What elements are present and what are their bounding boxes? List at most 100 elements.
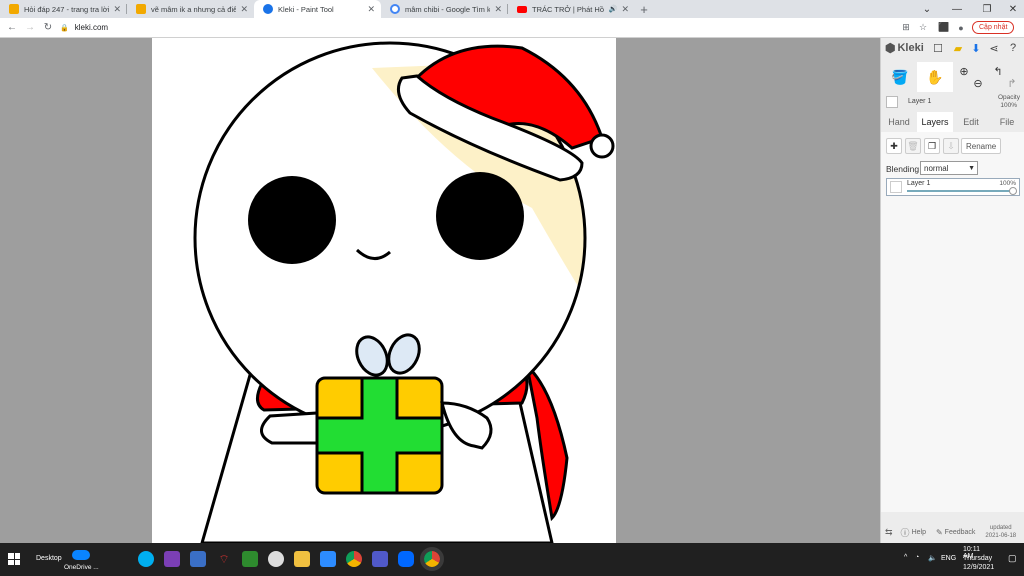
gmail-favicon-icon: [9, 4, 19, 14]
chrome-icon[interactable]: [346, 551, 362, 567]
translate-icon[interactable]: ⊞: [899, 20, 913, 35]
clock-date[interactable]: 12/9/2021: [963, 564, 994, 571]
browser-tab-4[interactable]: mâm chibi - Google Tìm kiếm ✕: [381, 0, 508, 18]
panel-footer: ⇆ ⓘ Help ✎ Feedback updated 2021-06-18: [881, 521, 1024, 543]
feedback-link[interactable]: Feedback: [945, 529, 976, 536]
lock-icon: 🔒: [60, 24, 69, 32]
open-folder-icon[interactable]: ▰: [951, 41, 965, 55]
layers-panel: ✚ 🗑 ❐ ⇩ Rename Blending normal ▼ Layer 1…: [881, 132, 1024, 512]
wifi-app-icon[interactable]: ⌔: [216, 551, 232, 567]
merge-layer-button[interactable]: ⇩: [943, 138, 959, 154]
zoom-app-icon[interactable]: [320, 551, 336, 567]
rename-button[interactable]: Rename: [961, 138, 1002, 154]
close-tab-icon[interactable]: ✕: [367, 4, 375, 15]
kleki-logo-text: Kleki: [897, 42, 924, 54]
hand-tool-icon[interactable]: ✋: [917, 62, 953, 92]
browser-tab-1[interactable]: Hỏi đáp 247 - trang tra lời ✕: [0, 0, 127, 18]
volume-icon[interactable]: 🔈: [928, 554, 937, 562]
app-icon[interactable]: [190, 551, 206, 567]
minimize-icon[interactable]: —: [942, 0, 972, 18]
tab-strip: Hỏi đáp 247 - trang tra lời ✕ vẽ mâm ik …: [0, 0, 1024, 18]
tab-layers[interactable]: Layers: [917, 112, 953, 132]
windows-start-icon[interactable]: [8, 553, 20, 565]
youtube-favicon-icon: [517, 6, 527, 13]
onedrive-label[interactable]: OneDrive ...: [64, 564, 99, 571]
chrome-active-icon[interactable]: [420, 547, 444, 571]
canvas-workspace[interactable]: [0, 38, 880, 543]
forward-icon[interactable]: →: [21, 19, 39, 37]
tab-hand[interactable]: Hand: [881, 112, 917, 132]
tab-file[interactable]: File: [989, 112, 1024, 132]
feedback-icon[interactable]: ✎: [936, 528, 943, 537]
address-bar[interactable]: 🔒 kleki.com: [60, 20, 895, 35]
tab-title: Kleki - Paint Tool: [278, 4, 334, 14]
app-icon[interactable]: [268, 551, 284, 567]
browser-tab-2[interactable]: vẽ mâm ik a nhưng cả điểm đè ✕: [127, 0, 254, 18]
layer-preview-name: Layer 1: [908, 98, 932, 105]
file-explorer-icon[interactable]: [294, 551, 310, 567]
updated-date: 2021-06-18: [985, 533, 1017, 539]
close-tab-icon[interactable]: ✕: [621, 4, 629, 15]
add-layer-button[interactable]: ✚: [886, 138, 902, 154]
browser-tab-3-active[interactable]: Kleki - Paint Tool ✕: [254, 0, 381, 18]
updated-info: updated 2021-06-18: [985, 524, 1016, 540]
notification-icon[interactable]: ▢: [1008, 553, 1017, 564]
teams-icon[interactable]: [372, 551, 388, 567]
browser-tab-5[interactable]: TRÁC TRỞ | Phát Hồ x JokeS 🔊 ✕: [508, 0, 635, 18]
new-tab-button[interactable]: +: [635, 0, 653, 18]
onedrive-icon[interactable]: [72, 550, 90, 560]
reload-icon[interactable]: ↻: [39, 19, 57, 37]
layer-opacity-value: 100%: [999, 180, 1016, 187]
opacity-slider-handle[interactable]: [1009, 187, 1017, 195]
app-icon[interactable]: [164, 551, 180, 567]
audio-icon[interactable]: 🔊: [609, 5, 618, 13]
share-icon[interactable]: ⋖: [987, 41, 1001, 55]
fill-bucket-icon[interactable]: 🪣: [885, 62, 915, 92]
blending-label: Blending: [886, 164, 920, 174]
url-text: kleki.com: [74, 23, 109, 32]
update-button[interactable]: Cập nhật: [972, 21, 1015, 34]
extensions-icon[interactable]: ⬛: [937, 20, 951, 35]
chevron-up-icon[interactable]: ^: [904, 554, 907, 561]
close-window-icon[interactable]: ✕: [998, 0, 1024, 18]
layer-list-item[interactable]: Layer 1 100%: [886, 178, 1020, 196]
network-icon[interactable]: ◔: [915, 554, 919, 561]
app-icon[interactable]: [242, 551, 258, 567]
close-tab-icon[interactable]: ✕: [240, 4, 248, 15]
language-indicator[interactable]: ENG: [941, 555, 956, 562]
opacity-label: Opacity: [997, 94, 1020, 101]
undo-icon[interactable]: ↰: [991, 56, 1005, 86]
kleki-side-panel: ⬢ Kleki ☐ ▰ ⬇ ⋖ ? 🪣 ✋ ⊕ ⊖ ↰ ↱ Layer 1 Op…: [880, 38, 1024, 543]
layer-thumbnail[interactable]: [886, 96, 898, 108]
help-circle-icon[interactable]: ?: [1006, 41, 1020, 55]
tab-title: TRÁC TRỞ | Phát Hồ x JokeS: [532, 4, 605, 14]
new-image-icon[interactable]: ☐: [931, 41, 945, 55]
windows-taskbar: Desktop OneDrive ... ⌔ ^ ◔ 🔈 ENG 10:11 A…: [0, 543, 1024, 576]
kleki-logo: ⬢ Kleki: [885, 41, 924, 55]
duplicate-layer-button[interactable]: ❐: [924, 138, 940, 154]
zoom-in-icon[interactable]: ⊕: [957, 56, 971, 86]
delete-layer-button[interactable]: 🗑: [905, 138, 921, 154]
layer-opacity-slider[interactable]: [907, 190, 1011, 192]
layer-thumbnail: [890, 181, 902, 193]
opacity-value: 100%: [1000, 102, 1017, 109]
help-circle-icon[interactable]: ⓘ: [901, 526, 910, 539]
close-tab-icon[interactable]: ✕: [494, 4, 502, 15]
drawing-canvas[interactable]: [152, 38, 616, 543]
close-tab-icon[interactable]: ✕: [113, 4, 121, 15]
clock-day[interactable]: Thursday: [963, 555, 992, 562]
zalo-icon[interactable]: [398, 551, 414, 567]
chevron-down-icon[interactable]: ⌄: [912, 0, 942, 18]
tab-edit[interactable]: Edit: [953, 112, 989, 132]
skype-icon[interactable]: [138, 551, 154, 567]
blending-select[interactable]: normal ▼: [920, 161, 978, 175]
profile-avatar-icon[interactable]: ●: [954, 20, 968, 35]
swap-arrows-icon[interactable]: ⇆: [885, 527, 893, 538]
kleki-logo-icon: ⬢: [885, 41, 896, 55]
desktop-label[interactable]: Desktop: [36, 555, 62, 562]
help-link[interactable]: Help: [912, 529, 926, 536]
bookmark-star-icon[interactable]: ☆: [916, 20, 930, 35]
download-icon[interactable]: ⬇: [969, 41, 983, 55]
back-icon[interactable]: ←: [3, 19, 21, 37]
tab-title: vẽ mâm ik a nhưng cả điểm đè: [151, 4, 237, 14]
